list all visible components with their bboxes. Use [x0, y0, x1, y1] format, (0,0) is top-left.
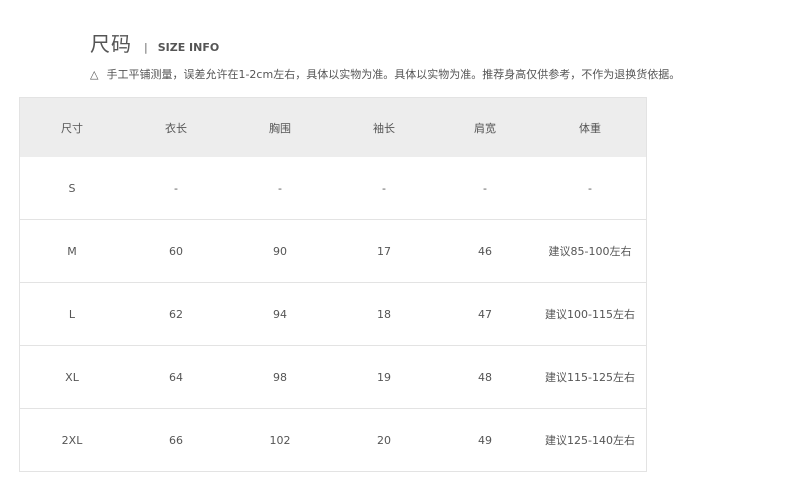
table-row: XL 64 98 19 48 建议115-125左右: [20, 346, 646, 409]
table-row: M 60 90 17 46 建议85-100左右: [20, 220, 646, 283]
table-row: 2XL 66 102 20 49 建议125-140左右: [20, 409, 646, 471]
table-cell: 102: [269, 433, 291, 447]
table-cell: M: [67, 244, 77, 258]
table-row: S - - - - -: [20, 157, 646, 220]
header-sleeve: 袖长: [373, 121, 395, 135]
table-cell: 19: [377, 370, 391, 384]
note-text: 手工平铺测量，误差允许在1-2cm左右，具体以实物为准。具体以实物为准。推荐身高…: [106, 68, 681, 81]
table-cell: 建议100-115左右: [545, 308, 635, 321]
table-cell: 46: [478, 244, 492, 258]
table-cell: XL: [65, 370, 79, 384]
table-cell: 90: [273, 244, 287, 258]
table-header-row: 尺寸 衣长 胸围 袖长 肩宽 体重: [20, 98, 646, 157]
table-cell: 48: [478, 370, 492, 384]
table-cell: 98: [273, 370, 287, 384]
table-cell: 60: [169, 244, 183, 258]
header-length: 衣长: [165, 121, 187, 135]
table-cell: S: [68, 181, 76, 195]
title-chinese: 尺码: [90, 32, 132, 56]
table-cell: -: [483, 181, 487, 195]
table-cell: 94: [273, 307, 287, 321]
table-cell: -: [174, 181, 178, 195]
warning-triangle-icon: △: [90, 68, 99, 81]
measurement-note: △ 手工平铺测量，误差允许在1-2cm左右，具体以实物为准。具体以实物为准。推荐身…: [90, 66, 680, 82]
table-row: L 62 94 18 47 建议100-115左右: [20, 283, 646, 346]
title-separator: |: [144, 41, 148, 54]
title-english: SIZE INFO: [157, 41, 220, 54]
table-cell: 49: [478, 433, 492, 447]
table-cell: 2XL: [61, 433, 83, 447]
table-cell: 建议115-125左右: [545, 371, 635, 384]
table-cell: -: [382, 181, 386, 195]
table-cell: 18: [377, 307, 391, 321]
header-chest: 胸围: [269, 121, 291, 135]
table-cell: -: [278, 181, 282, 195]
table-cell: 20: [377, 433, 391, 447]
table-cell: L: [68, 307, 76, 321]
header-weight: 体重: [579, 121, 601, 135]
table-cell: 47: [478, 307, 492, 321]
table-cell: 建议125-140左右: [545, 434, 635, 447]
size-table: 尺寸 衣长 胸围 袖长 肩宽 体重 S - - - - - M 60 90 17…: [19, 97, 647, 472]
header-size: 尺寸: [61, 121, 83, 135]
section-title: 尺码 | SIZE INFO: [90, 28, 219, 57]
table-cell: 66: [169, 433, 183, 447]
table-cell: 17: [377, 244, 391, 258]
header-shoulder: 肩宽: [474, 121, 496, 135]
table-cell: 64: [169, 370, 183, 384]
table-cell: 建议85-100左右: [548, 245, 632, 258]
table-cell: 62: [169, 307, 183, 321]
table-cell: -: [588, 181, 592, 195]
